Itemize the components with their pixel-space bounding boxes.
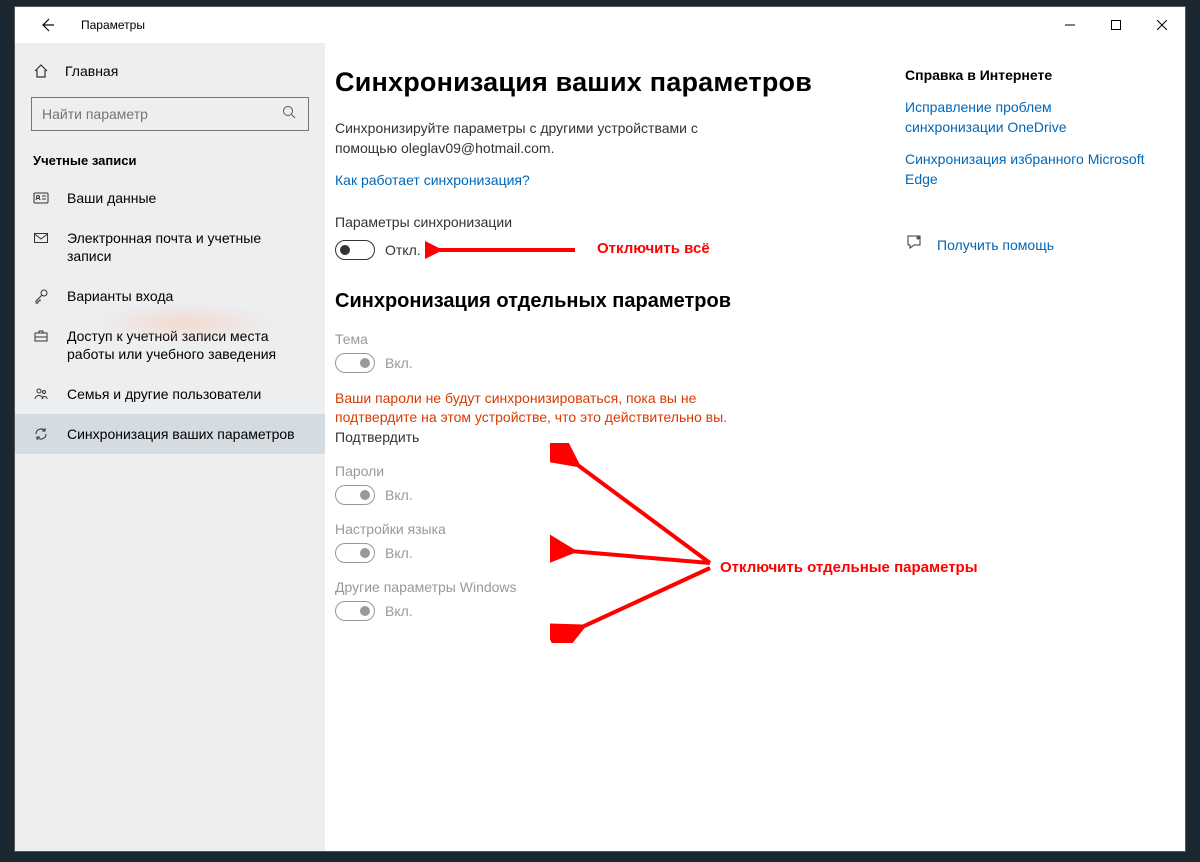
help-chat-icon (905, 233, 925, 256)
help-panel: Справка в Интернете Исправление проблем … (885, 67, 1145, 827)
sidebar-item-email[interactable]: Электронная почта и учетные записи (15, 218, 325, 276)
toggle-state-label: Вкл. (385, 603, 413, 619)
sync-master-toggle[interactable] (335, 240, 375, 260)
passwords-toggle (335, 485, 375, 505)
toggle-state-label: Откл. (385, 242, 421, 258)
sidebar-section-header: Учетные записи (15, 137, 325, 178)
maximize-button[interactable] (1093, 9, 1139, 41)
passwords-toggle-label: Пароли (335, 463, 885, 479)
page-title: Синхронизация ваших параметров (335, 67, 885, 98)
toggle-state-label: Вкл. (385, 355, 413, 371)
how-sync-works-link[interactable]: Как работает синхронизация? (335, 172, 530, 188)
main-content: Синхронизация ваших параметров Синхрониз… (325, 43, 1185, 851)
sidebar-item-label: Варианты входа (67, 287, 173, 305)
sidebar-item-your-info[interactable]: Ваши данные (15, 178, 325, 218)
other-windows-toggle-label: Другие параметры Windows (335, 579, 885, 595)
theme-toggle (335, 353, 375, 373)
key-icon (33, 288, 51, 304)
search-icon (282, 105, 298, 124)
sidebar-item-label: Доступ к учетной записи места работы или… (67, 327, 307, 363)
close-button[interactable] (1139, 9, 1185, 41)
sidebar-item-sync[interactable]: Синхронизация ваших параметров (15, 414, 325, 454)
briefcase-icon (33, 328, 51, 344)
sidebar-item-label: Синхронизация ваших параметров (67, 425, 295, 443)
mail-icon (33, 230, 51, 246)
home-label: Главная (65, 63, 118, 79)
home-link[interactable]: Главная (15, 55, 325, 87)
user-card-icon (33, 190, 51, 206)
titlebar: Параметры (15, 7, 1185, 43)
people-icon (33, 386, 51, 402)
get-help-label: Получить помощь (937, 237, 1054, 253)
sync-icon (33, 426, 51, 442)
sync-description: Синхронизируйте параметры с другими устр… (335, 118, 755, 158)
settings-window: Параметры Главная Учетные записи Ваши да… (14, 6, 1186, 852)
help-link-onedrive[interactable]: Исправление проблем синхронизации OneDri… (905, 97, 1145, 137)
confirm-link[interactable]: Подтвердить (335, 429, 419, 445)
sidebar-item-label: Электронная почта и учетные записи (67, 229, 307, 265)
sidebar-item-family[interactable]: Семья и другие пользователи (15, 374, 325, 414)
search-box[interactable] (31, 97, 309, 131)
minimize-button[interactable] (1047, 9, 1093, 41)
individual-sync-heading: Синхронизация отдельных параметров (335, 290, 885, 313)
search-input[interactable] (42, 106, 282, 122)
other-windows-toggle (335, 601, 375, 621)
sidebar-item-label: Семья и другие пользователи (67, 385, 261, 403)
sidebar-item-work[interactable]: Доступ к учетной записи места работы или… (15, 316, 325, 374)
home-icon (33, 63, 51, 79)
language-toggle (335, 543, 375, 563)
back-button[interactable] (35, 13, 59, 37)
sync-settings-label: Параметры синхронизации (335, 214, 885, 230)
toggle-state-label: Вкл. (385, 545, 413, 561)
sidebar-item-signin[interactable]: Варианты входа (15, 276, 325, 316)
help-heading: Справка в Интернете (905, 67, 1145, 83)
sidebar-item-label: Ваши данные (67, 189, 156, 207)
app-title: Параметры (81, 18, 145, 32)
language-toggle-label: Настройки языка (335, 521, 885, 537)
sidebar: Главная Учетные записи Ваши данные Элект… (15, 43, 325, 851)
theme-toggle-label: Тема (335, 331, 885, 347)
password-warning: Ваши пароли не будут синхронизироваться,… (335, 389, 755, 427)
help-link-edge[interactable]: Синхронизация избранного Microsoft Edge (905, 149, 1145, 189)
get-help-link[interactable]: Получить помощь (905, 233, 1145, 256)
toggle-state-label: Вкл. (385, 487, 413, 503)
